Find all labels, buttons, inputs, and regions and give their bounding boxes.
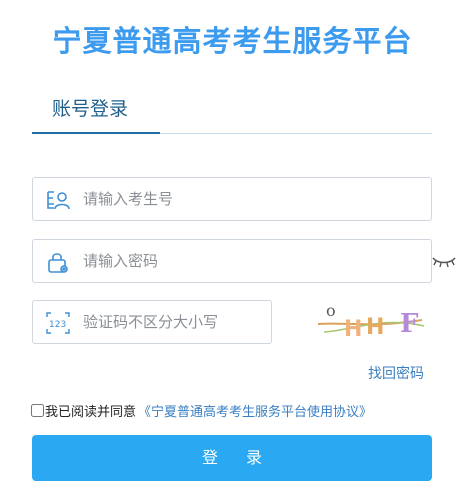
- captcha-field[interactable]: 123: [32, 300, 272, 344]
- captcha-image[interactable]: o H H F: [314, 301, 432, 344]
- login-button[interactable]: 登录: [32, 435, 432, 481]
- lock-icon: [45, 250, 71, 274]
- password-input[interactable]: [83, 240, 423, 282]
- forgot-password-link[interactable]: 找回密码: [368, 363, 424, 383]
- svg-text:o: o: [326, 302, 336, 320]
- agreement-link[interactable]: 《宁夏普通高考考生服务平台使用协议》: [138, 401, 372, 420]
- tab-active-indicator: [32, 132, 160, 134]
- svg-text:H: H: [344, 317, 362, 342]
- svg-text:H: H: [366, 315, 384, 340]
- agreement-text: 我已阅读并同意: [45, 405, 137, 420]
- password-field[interactable]: [32, 239, 432, 283]
- page-title: 宁夏普通高考考生服务平台: [52, 24, 413, 58]
- username-input[interactable]: [83, 178, 423, 220]
- agree-checkbox[interactable]: [31, 404, 44, 417]
- svg-text:123: 123: [49, 320, 66, 330]
- eye-closed-icon[interactable]: [431, 253, 457, 269]
- username-field[interactable]: [32, 177, 432, 221]
- user-card-icon: [45, 188, 71, 212]
- tab-account-login[interactable]: 账号登录: [52, 94, 128, 121]
- captcha-input[interactable]: [83, 301, 263, 343]
- captcha-123-icon: 123: [45, 311, 71, 335]
- svg-text:F: F: [400, 309, 419, 339]
- agreement-row: 我已阅读并同意 《宁夏普通高考考生服务平台使用协议》: [31, 401, 372, 420]
